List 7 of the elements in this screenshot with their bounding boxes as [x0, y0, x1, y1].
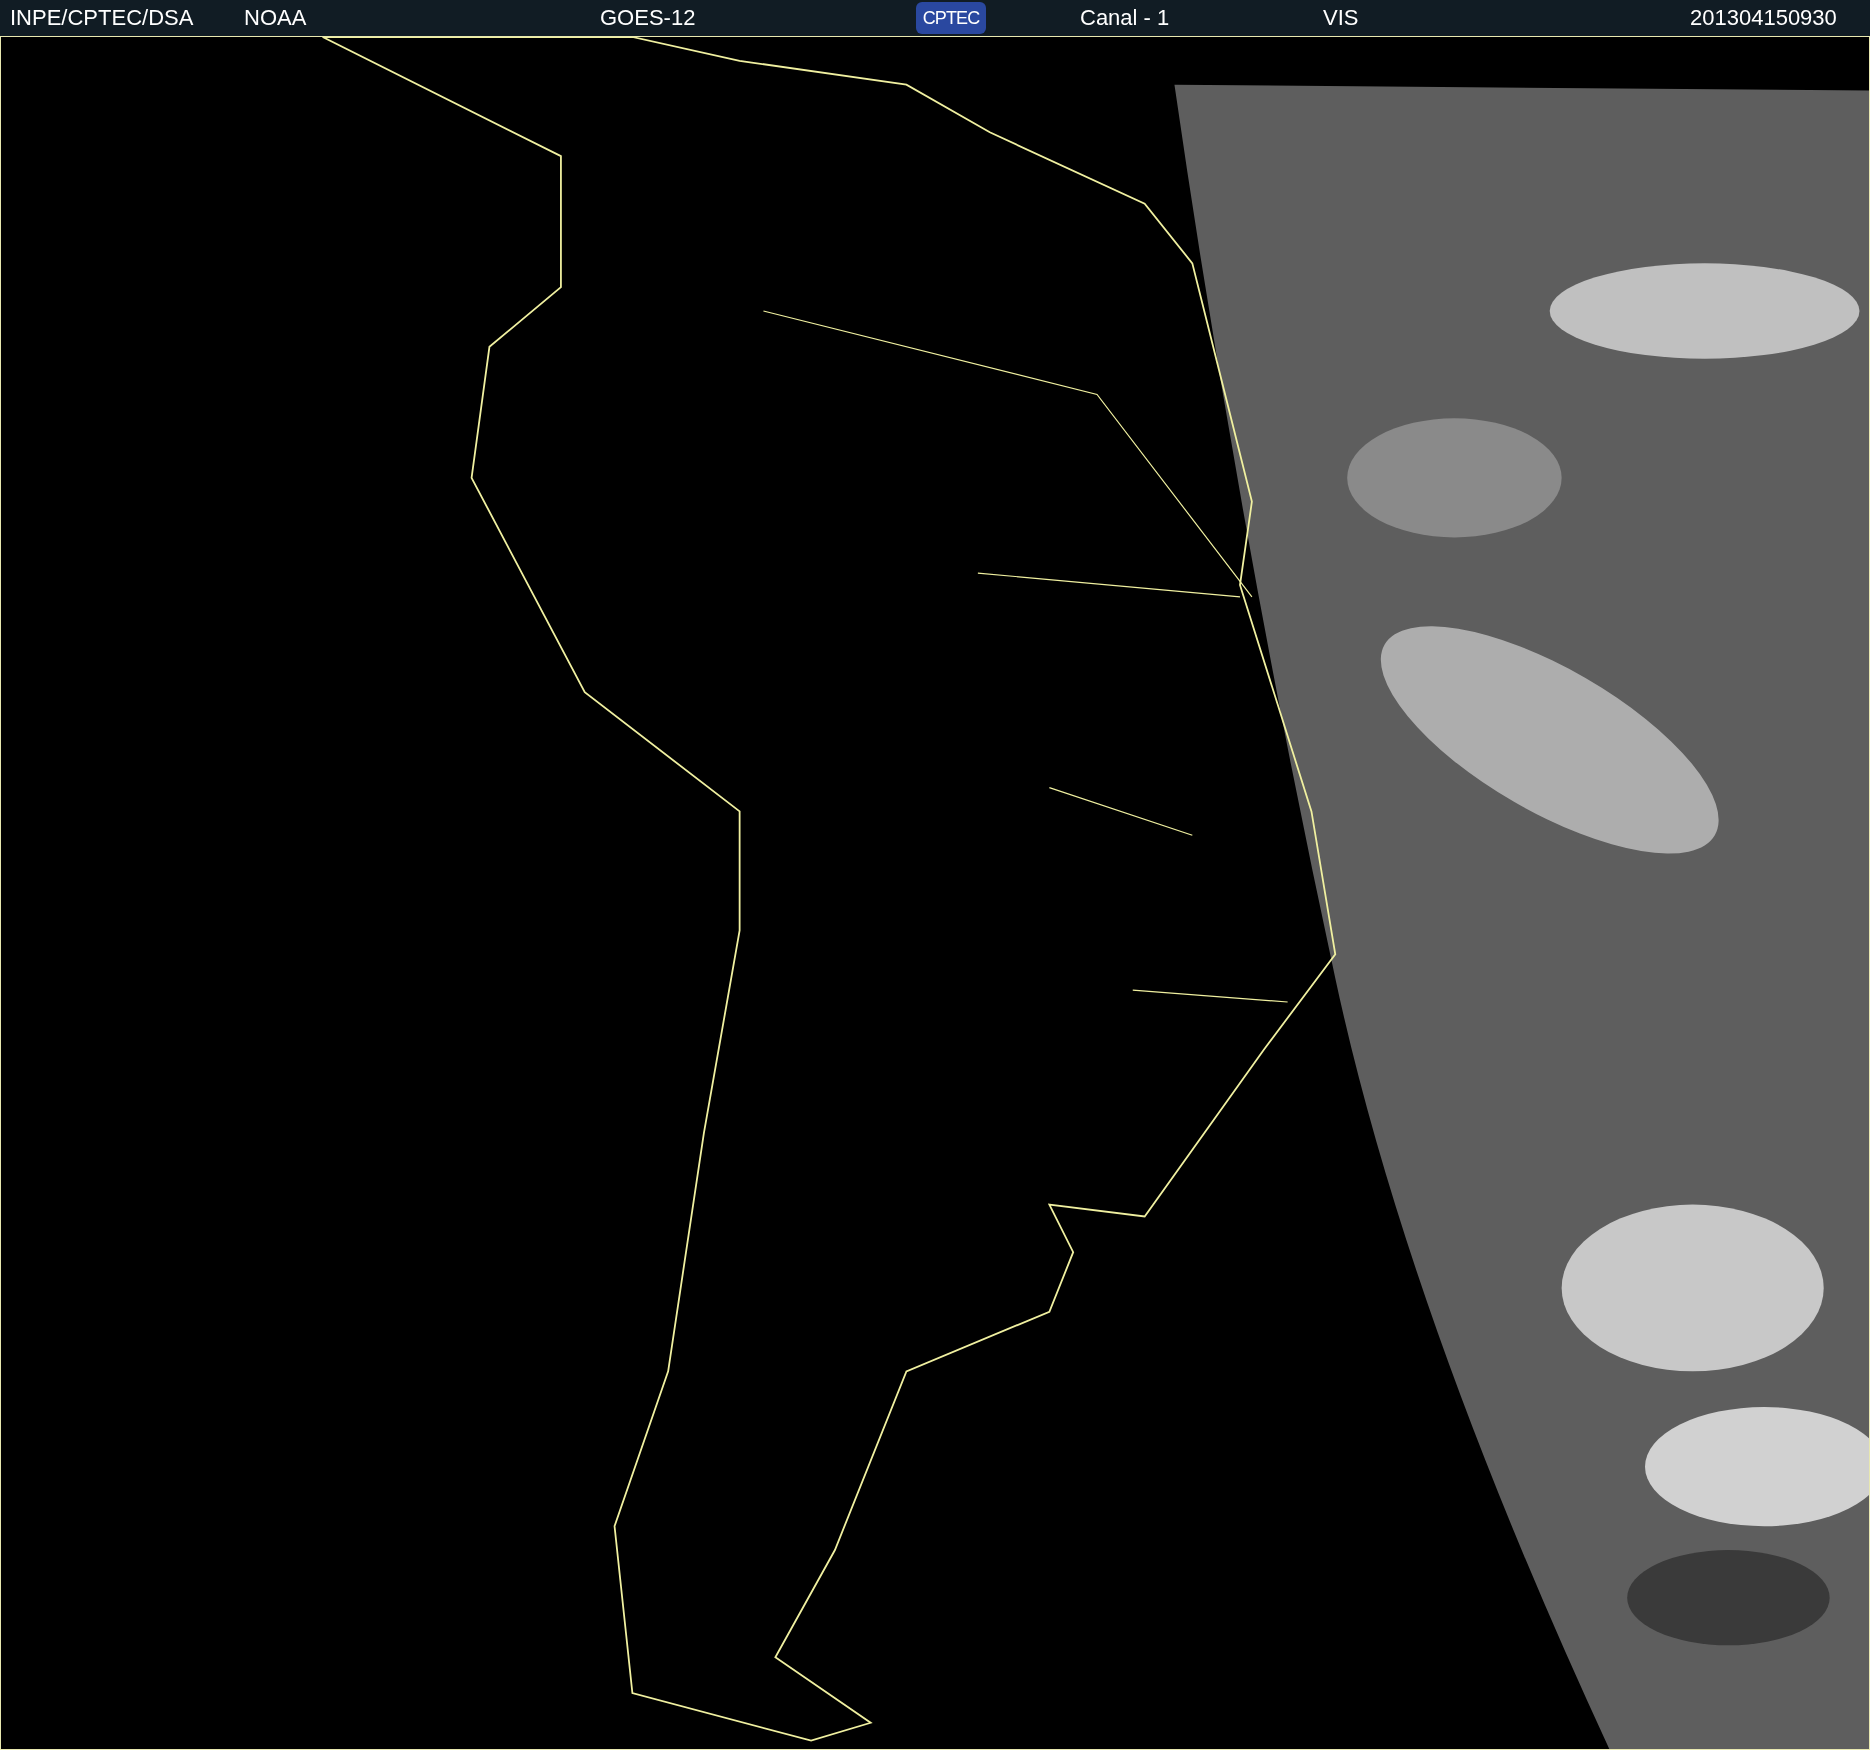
- header-label: 201304150930: [1690, 4, 1837, 32]
- header-label: GOES-12: [600, 4, 696, 32]
- header-label: NOAA: [244, 4, 307, 32]
- header-label: INPE/CPTEC/DSA: [10, 4, 194, 32]
- logo: CPTEC: [916, 2, 986, 34]
- header-label: VIS: [1323, 4, 1359, 32]
- header-label: Canal - 1: [1080, 4, 1170, 32]
